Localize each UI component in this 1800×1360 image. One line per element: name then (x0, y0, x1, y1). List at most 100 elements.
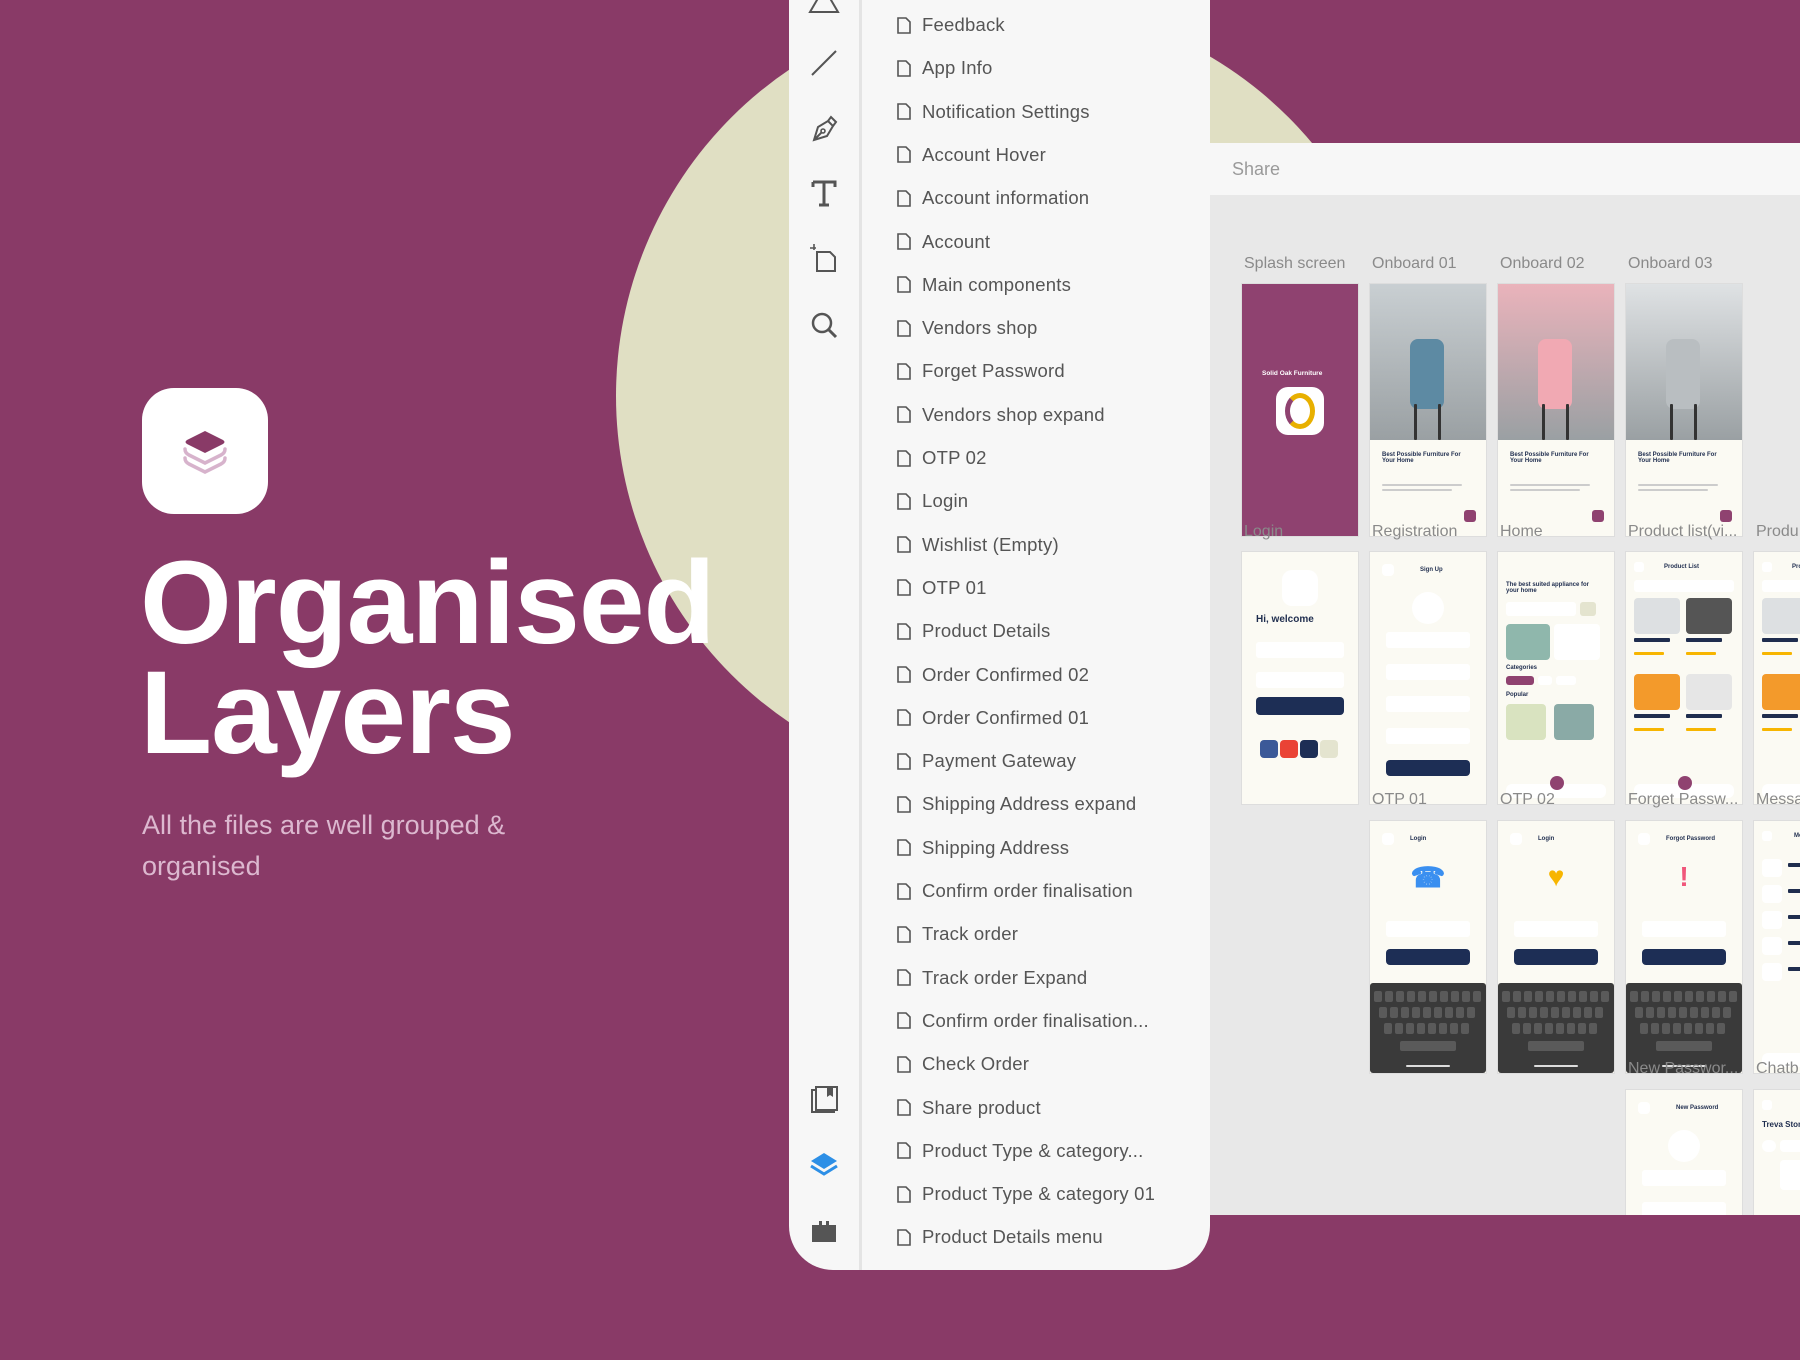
layer-item[interactable]: Vendors shop (862, 308, 1202, 348)
ui-block (1638, 484, 1718, 486)
ui-block (1684, 1023, 1692, 1034)
artboard-form[interactable]: New Password (1626, 1090, 1742, 1215)
artboard-file-icon (897, 103, 911, 120)
artboard-label[interactable]: Home (1500, 523, 1543, 541)
plugins-icon (812, 1221, 836, 1242)
ui-block (1567, 1023, 1575, 1034)
artboard-onboard[interactable]: Best Possible Furniture For Your Home (1370, 284, 1486, 536)
text-tool[interactable] (806, 175, 842, 211)
ui-block (1428, 1023, 1436, 1034)
layer-item[interactable]: Vendors shop expand (862, 395, 1202, 435)
artboard-tool[interactable] (806, 240, 842, 276)
layer-item[interactable]: Check Order (862, 1044, 1202, 1084)
artboard-chat[interactable]: Treva Stone (1754, 1090, 1800, 1215)
artboard-label[interactable]: New Passwor... (1628, 1060, 1738, 1078)
artboard-label[interactable]: Produ (1756, 523, 1799, 541)
layer-item[interactable]: Forget Password (862, 351, 1202, 391)
assets-tool[interactable] (806, 1082, 842, 1118)
ui-block (1473, 991, 1481, 1002)
layer-item[interactable]: Shipping Address expand (862, 784, 1202, 824)
ui-block (1528, 1041, 1584, 1051)
artboard-label[interactable]: Product list(vi... (1628, 523, 1737, 541)
artboard-canvas[interactable]: Share Splash screen Onboard 01 Onboard 02 O… (1210, 143, 1800, 1215)
artboard-file-icon (897, 363, 911, 380)
layer-item[interactable]: Track order (862, 914, 1202, 954)
layers-tool[interactable] (806, 1147, 842, 1183)
artboard-list[interactable]: Product List (1754, 552, 1800, 804)
layer-item[interactable]: Login (862, 481, 1202, 521)
artboard-onboard[interactable]: Best Possible Furniture For Your Home (1498, 284, 1614, 536)
layer-item[interactable]: Feedback (862, 5, 1202, 45)
artboard-label[interactable]: Forget Passw... (1628, 791, 1738, 809)
ui-block (1386, 921, 1470, 937)
layer-item[interactable]: OTP 02 (862, 438, 1202, 478)
artboard-label[interactable]: OTP 02 (1500, 791, 1555, 809)
artboard-text: Treva Stone (1762, 1120, 1800, 1129)
plugins-tool[interactable] (806, 1213, 842, 1249)
artboard-file-icon (897, 536, 911, 553)
artboard-login[interactable]: Hi, welcome (1242, 552, 1358, 804)
ui-block (1686, 728, 1716, 731)
layer-item[interactable]: Track order Expand (862, 958, 1202, 998)
layer-item[interactable]: Product Details (862, 611, 1202, 651)
ui-block (1706, 1023, 1714, 1034)
pen-tool[interactable] (806, 111, 842, 147)
ui-block (1379, 1007, 1387, 1018)
layer-item[interactable]: App Info (862, 48, 1202, 88)
ui-block (1762, 937, 1782, 955)
layer-item[interactable]: Confirm order finalisation... (862, 1001, 1202, 1041)
artboard-label[interactable]: Onboard 03 (1628, 255, 1713, 273)
artboard-list[interactable]: Product List (1626, 552, 1742, 804)
layer-item[interactable]: Product Type & category... (862, 1131, 1202, 1171)
ui-block (1707, 991, 1715, 1002)
triangle-tool[interactable] (806, 0, 842, 18)
layer-item[interactable]: Order Confirmed 02 (862, 655, 1202, 695)
artboard-chatlist[interactable]: Messages (1754, 821, 1800, 1073)
artboard-keyboard[interactable]: Login ♥ (1498, 821, 1614, 1073)
artboard-form[interactable]: Sign Up (1370, 552, 1486, 804)
artboard-file-icon (897, 579, 911, 597)
artboard-label[interactable]: OTP 01 (1372, 791, 1427, 809)
layer-item[interactable]: Shipping Address (862, 828, 1202, 868)
ui-block (1646, 1007, 1654, 1018)
artboard-file-icon (897, 666, 911, 683)
artboard-file-icon (897, 406, 911, 423)
layer-item[interactable]: Notification Settings (862, 92, 1202, 132)
artboard-label[interactable]: Onboard 02 (1500, 255, 1585, 273)
artboard-label[interactable]: Registration (1372, 523, 1457, 541)
layer-item[interactable]: Share product (862, 1088, 1202, 1128)
layer-item[interactable]: Account information (862, 178, 1202, 218)
artboard-label[interactable]: Splash screen (1244, 255, 1345, 273)
artboard-text: Sign Up (1420, 567, 1443, 573)
artboard-keyboard[interactable]: Forgot Password! (1626, 821, 1742, 1073)
artboard-text: Best Possible Furniture For Your Home (1638, 452, 1717, 464)
layer-label: Feedback (922, 14, 1005, 35)
artboard-file-icon (897, 189, 911, 207)
zoom-tool[interactable] (806, 307, 842, 343)
artboard-label[interactable]: Messa (1756, 791, 1800, 809)
layer-item[interactable]: OTP 01 (862, 568, 1202, 608)
share-label[interactable]: Share (1232, 159, 1280, 180)
layer-item[interactable]: Payment Gateway (862, 741, 1202, 781)
artboard-label[interactable]: Login (1244, 523, 1283, 541)
artboard-splash[interactable]: Solid Oak Furniture (1242, 284, 1358, 536)
ui-block (1556, 676, 1576, 685)
layer-item[interactable]: Main components (862, 265, 1202, 305)
ui-block (1450, 1023, 1458, 1034)
line-tool[interactable] (806, 45, 842, 81)
layer-item[interactable]: Product Details menu (862, 1217, 1202, 1257)
ui-block (1634, 714, 1670, 718)
ui-block (1690, 1007, 1698, 1018)
artboard-onboard[interactable]: Best Possible Furniture For Your Home (1626, 284, 1742, 536)
layer-label: Product Type & category 01 (922, 1183, 1156, 1205)
artboard-home[interactable]: The best suited appliance for your home C… (1498, 552, 1614, 804)
layer-item[interactable]: Order Confirmed 01 (862, 698, 1202, 738)
layer-item[interactable]: Confirm order finalisation (862, 871, 1202, 911)
artboard-keyboard[interactable]: Login ☎ (1370, 821, 1486, 1073)
layer-item[interactable]: Account (862, 222, 1202, 262)
artboard-label[interactable]: Chatb (1756, 1060, 1799, 1078)
layer-item[interactable]: Wishlist (Empty) (862, 525, 1202, 565)
layer-item[interactable]: Product Type & category 01 (862, 1174, 1202, 1214)
layer-item[interactable]: Account Hover (862, 135, 1202, 175)
artboard-label[interactable]: Onboard 01 (1372, 255, 1457, 273)
